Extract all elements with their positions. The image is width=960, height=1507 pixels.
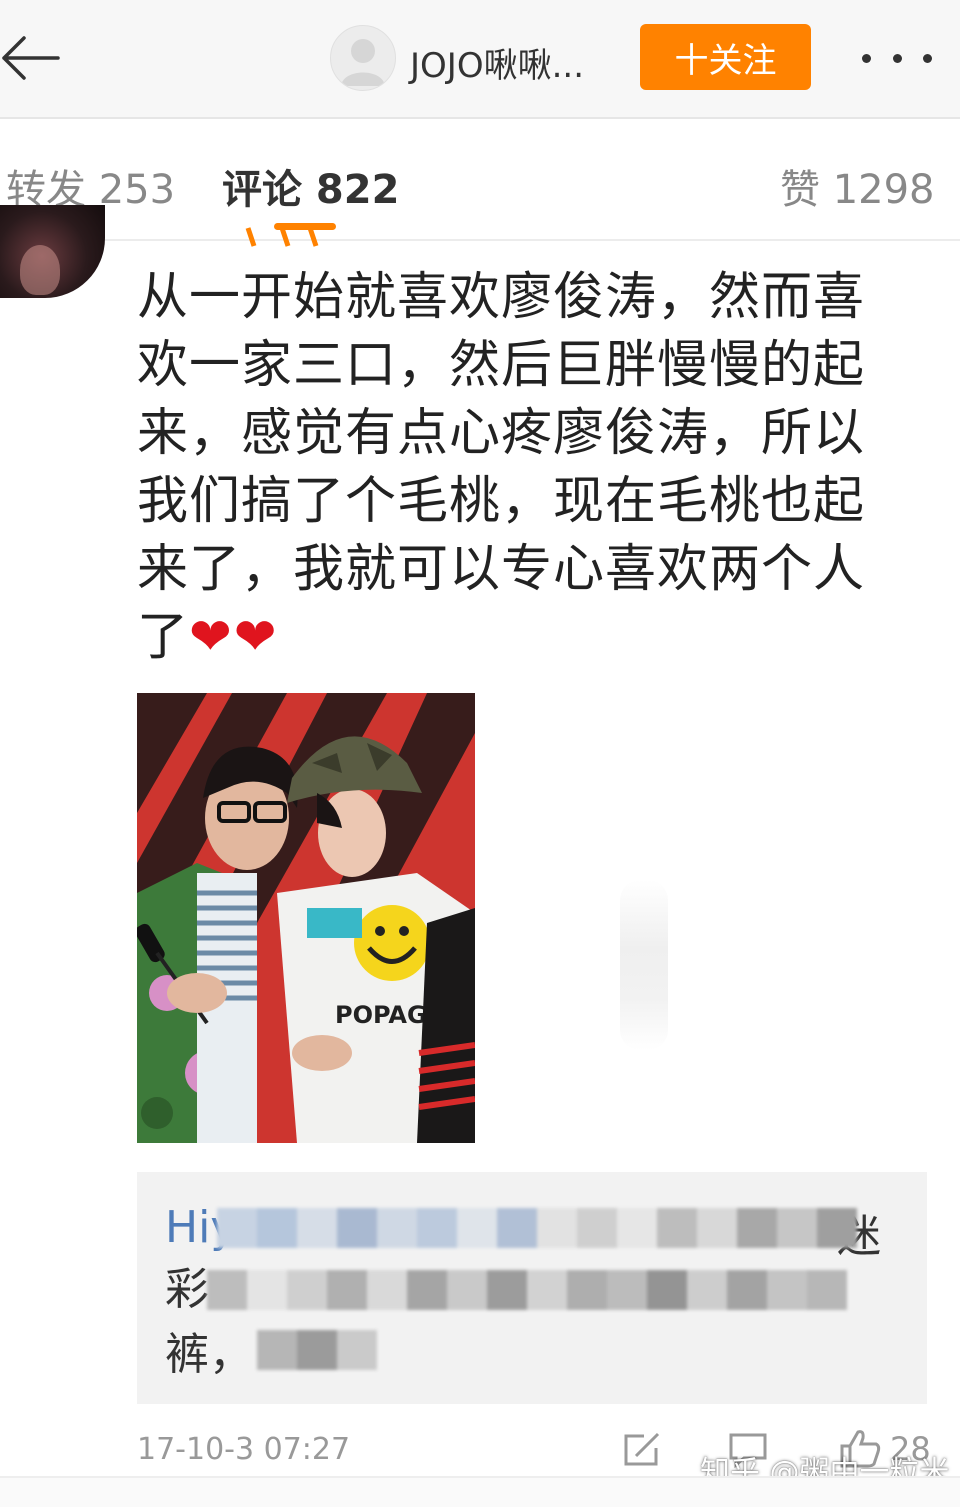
user-avatar[interactable] (330, 25, 396, 91)
comment-photo[interactable]: POPAGA (137, 693, 475, 1143)
tab-bar: 转发 253 评论 822 赞 1298 (0, 119, 960, 241)
pixelated-region (207, 1270, 847, 1310)
quoted-reply[interactable]: Hiy 迷 彩 裤， (137, 1172, 927, 1404)
heart-emoji: ❤❤ (189, 608, 279, 667)
pixelated-region (217, 1208, 857, 1248)
pixelated-region (257, 1330, 377, 1370)
arrow-left-icon[interactable] (0, 28, 64, 88)
quoted-line2-start: 彩 (165, 1264, 209, 1315)
comment-text: 从一开始就喜欢廖俊涛，然而喜欢一家三口，然后巨胖慢慢的起来，感觉有点心疼廖俊涛，… (137, 264, 897, 672)
more-dots-icon[interactable] (862, 48, 932, 68)
tab-likes[interactable]: 赞 1298 (780, 157, 935, 215)
share-icon[interactable] (622, 1432, 662, 1472)
comment-time: 17-10-3 07:27 (137, 1432, 351, 1467)
commenter-name-fragment (230, 226, 320, 248)
image-smudge (620, 880, 668, 1050)
commenter-avatar[interactable] (0, 205, 105, 298)
tab-comments[interactable]: 评论 822 (222, 157, 399, 215)
username[interactable]: JOJO啾啾... (410, 38, 584, 87)
follow-button[interactable]: 十关注 (640, 24, 811, 90)
top-bar: JOJO啾啾... 十关注 (0, 0, 960, 119)
next-comment-edge (0, 1478, 960, 1507)
quoted-line3-start: 裤， (165, 1329, 253, 1380)
